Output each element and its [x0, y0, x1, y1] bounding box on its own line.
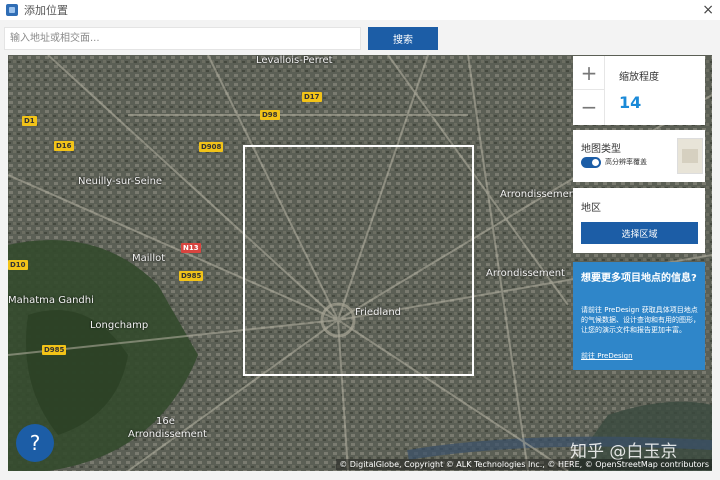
- map-label-arrondissement-8: Arrondissement: [486, 268, 565, 279]
- region-label: 地区: [581, 203, 601, 214]
- select-region-button[interactable]: 选择区域: [581, 222, 698, 244]
- app-icon: [6, 4, 18, 16]
- road-tag-d10: D10: [8, 260, 28, 270]
- road-tag-d98: D98: [260, 110, 280, 120]
- high-res-toggle-label: 高分辨率覆盖: [605, 158, 647, 166]
- road-tag-d908: D908: [199, 142, 224, 152]
- address-search-input[interactable]: [4, 27, 361, 50]
- zoom-controls: + −: [573, 56, 605, 125]
- map-type-label: 地图类型: [581, 144, 621, 155]
- predesign-promo: 想要更多项目地点的信息? 请前往 PreDesign 获取具体项目地点的气候数据…: [573, 262, 705, 370]
- zoom-panel: + − 缩放程度 14: [573, 56, 705, 125]
- title-bar: 添加位置 ×: [0, 0, 720, 20]
- road-tag-d16: D16: [54, 141, 74, 151]
- zoom-in-button[interactable]: +: [573, 56, 605, 90]
- map-label-longchamp: Longchamp: [90, 320, 149, 331]
- map-label-arrondissement-16: Arrondissement: [128, 429, 207, 440]
- zoom-level-label: 缩放程度: [619, 72, 659, 83]
- window-title: 添加位置: [24, 4, 68, 17]
- map-label-levallois: Levallois-Perret: [256, 55, 333, 66]
- map-label-gandhi: Mahatma Gandhi: [8, 295, 94, 306]
- search-button[interactable]: 搜索: [368, 27, 438, 50]
- help-button[interactable]: ?: [16, 424, 54, 462]
- promo-title: 想要更多项目地点的信息?: [581, 273, 697, 284]
- zoom-out-button[interactable]: −: [573, 90, 605, 124]
- map-label-maillot: Maillot: [132, 253, 166, 264]
- road-tag-d17: D17: [302, 92, 322, 102]
- predesign-link[interactable]: 前往 PreDesign: [581, 351, 633, 361]
- high-res-toggle[interactable]: [581, 157, 601, 168]
- map-type-panel: 地图类型 高分辨率覆盖: [573, 130, 705, 182]
- map-copyright: © DigitalGlobe, Copyright © ALK Technolo…: [336, 459, 712, 470]
- map-type-thumbnail[interactable]: [677, 138, 703, 174]
- selection-rectangle[interactable]: [243, 145, 474, 376]
- map-label-neuilly: Neuilly-sur-Seine: [78, 176, 163, 187]
- search-bar: 搜索: [0, 22, 720, 54]
- add-location-window: 添加位置 × 搜索: [0, 0, 720, 480]
- road-tag-d1: D1: [22, 116, 37, 126]
- map-label-arrondissement-17: Arrondissement: [500, 189, 579, 200]
- promo-body: 请前往 PreDesign 获取具体项目地点的气候数据、设计查询和有用的图形，让…: [581, 306, 700, 334]
- road-tag-n13: N13: [181, 243, 201, 253]
- zoom-level-value: 14: [619, 93, 642, 112]
- map-label-16e: 16e: [156, 416, 175, 427]
- road-tag-d985b: D985: [42, 345, 67, 355]
- region-panel: 地区 选择区域: [573, 188, 705, 253]
- road-tag-d985: D985: [179, 271, 204, 281]
- close-button[interactable]: ×: [702, 2, 714, 18]
